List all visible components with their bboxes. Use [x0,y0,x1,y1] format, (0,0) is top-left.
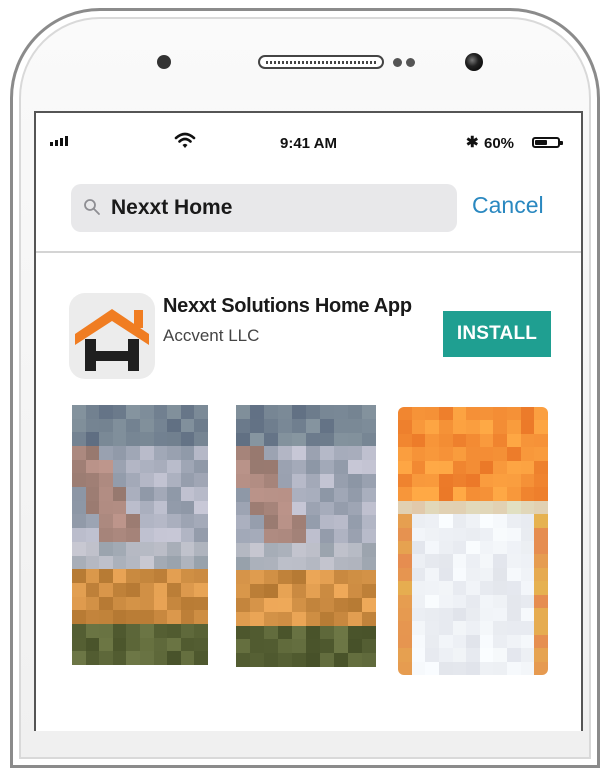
battery-level-fill [535,140,547,145]
sensor-dot [393,58,402,67]
search-header: Nexxt Home Cancel [36,173,581,253]
app-icon[interactable] [69,293,155,379]
pixelated-image [72,405,208,665]
battery-icon [532,137,563,148]
app-screenshot-3[interactable] [398,407,548,675]
battery-percentage: 60% [484,135,515,152]
app-name[interactable]: Nexxt Solutions Home App [163,295,412,318]
app-screenshot-2[interactable] [236,405,376,667]
app-store-screen: 9:41 AM ✱ 60% Nexxt Home Cancel Nexxt So… [34,111,583,731]
cancel-button[interactable]: Cancel [472,192,544,219]
front-camera [465,53,483,71]
wifi-icon [174,132,196,148]
developer-name: Accvent LLC [163,326,260,345]
status-bar: 9:41 AM ✱ 60% [36,113,581,173]
pixelated-image [236,405,376,667]
search-query-text: Nexxt Home [111,196,233,219]
house-h-logo-icon [75,309,149,371]
install-button[interactable]: INSTALL [443,311,551,357]
search-icon [84,199,100,215]
bluetooth-icon: ✱ [466,134,479,151]
cellular-signal-icon [50,136,68,146]
status-time: 9:41 AM [280,135,337,152]
pixelated-image [398,407,548,675]
proximity-sensor [157,55,171,69]
sensor-dot [406,58,415,67]
search-input[interactable]: Nexxt Home [71,184,457,232]
earpiece-speaker [258,55,384,69]
app-screenshot-1[interactable] [72,405,208,665]
